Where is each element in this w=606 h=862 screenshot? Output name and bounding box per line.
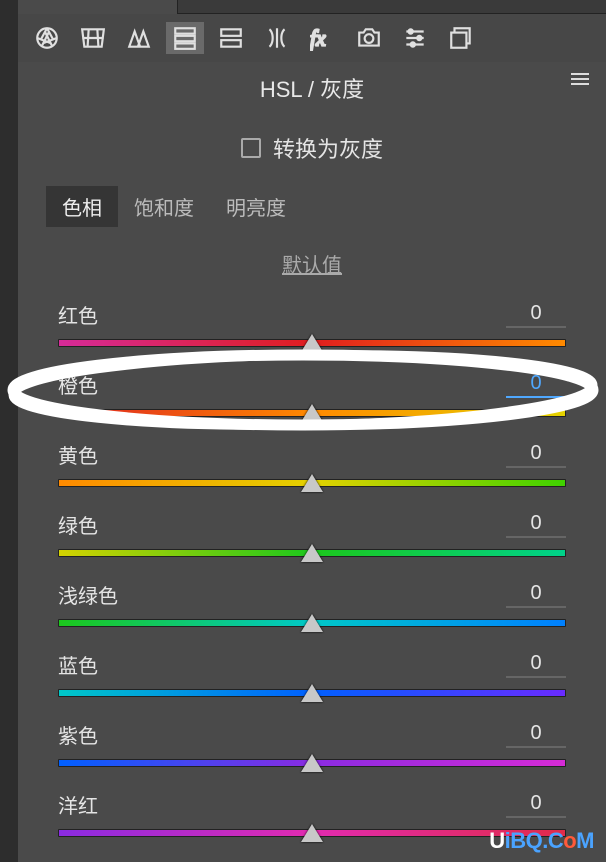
default-link-row: 默认值 xyxy=(18,231,606,300)
slider-value-yellow[interactable]: 0 xyxy=(506,442,566,468)
tab-hue[interactable]: 色相 xyxy=(46,186,118,227)
top-bar xyxy=(18,0,606,14)
slider-label-green[interactable]: 绿色 xyxy=(58,510,98,539)
slider-thumb[interactable] xyxy=(301,684,323,702)
panel-icon-row: fx xyxy=(18,14,606,62)
slider-track-green[interactable] xyxy=(58,549,566,557)
slider-value-green[interactable]: 0 xyxy=(506,512,566,538)
slider-thumb[interactable] xyxy=(301,474,323,492)
slider-label-purple[interactable]: 紫色 xyxy=(58,720,98,749)
slider-value-magenta[interactable]: 0 xyxy=(506,792,566,818)
slider-red: 红色 0 xyxy=(18,300,606,368)
slider-track-purple[interactable] xyxy=(58,759,566,767)
slider-track-orange[interactable] xyxy=(58,409,566,417)
slider-label-orange[interactable]: 橙色 xyxy=(58,370,98,399)
presets-icon[interactable] xyxy=(442,22,480,54)
slider-thumb[interactable] xyxy=(301,404,323,422)
panel-title-row: HSL / 灰度 xyxy=(18,62,606,118)
sliders-icon[interactable] xyxy=(396,22,434,54)
slider-thumb[interactable] xyxy=(301,754,323,772)
slider-track-yellow[interactable] xyxy=(58,479,566,487)
hsl-icon[interactable] xyxy=(166,22,204,54)
slider-track-blue[interactable] xyxy=(58,689,566,697)
fx-icon[interactable]: fx xyxy=(304,22,342,54)
slider-yellow: 黄色 0 xyxy=(18,440,606,508)
split-tone-icon[interactable] xyxy=(212,22,250,54)
aperture-icon[interactable] xyxy=(28,22,66,54)
slider-thumb[interactable] xyxy=(301,334,323,352)
slider-orange: 橙色 0 xyxy=(18,370,606,438)
grid-icon[interactable] xyxy=(74,22,112,54)
tab-saturation[interactable]: 饱和度 xyxy=(118,186,210,227)
slider-label-magenta[interactable]: 洋红 xyxy=(58,790,98,819)
slider-aqua: 浅绿色 0 xyxy=(18,580,606,648)
slider-label-blue[interactable]: 蓝色 xyxy=(58,650,98,679)
svg-text:fx: fx xyxy=(310,27,326,51)
default-link[interactable]: 默认值 xyxy=(282,255,342,277)
lens-icon[interactable] xyxy=(258,22,296,54)
slider-label-red[interactable]: 红色 xyxy=(58,300,98,329)
slider-track-aqua[interactable] xyxy=(58,619,566,627)
slider-label-yellow[interactable]: 黄色 xyxy=(58,440,98,469)
slider-value-purple[interactable]: 0 xyxy=(506,722,566,748)
top-bar-segment xyxy=(18,0,178,14)
slider-value-blue[interactable]: 0 xyxy=(506,652,566,678)
slider-purple: 紫色 0 xyxy=(18,720,606,788)
slider-value-orange[interactable]: 0 xyxy=(506,372,566,398)
slider-green: 绿色 0 xyxy=(18,510,606,578)
slider-thumb[interactable] xyxy=(301,824,323,842)
watermark: UiBQ.CoM xyxy=(489,828,594,854)
panel-menu-icon[interactable] xyxy=(570,72,590,91)
panel-title: HSL / 灰度 xyxy=(260,72,364,104)
slider-value-aqua[interactable]: 0 xyxy=(506,582,566,608)
grayscale-row: 转换为灰度 xyxy=(18,118,606,186)
slider-track-red[interactable] xyxy=(58,339,566,347)
detail-icon[interactable] xyxy=(120,22,158,54)
slider-blue: 蓝色 0 xyxy=(18,650,606,718)
camera-icon[interactable] xyxy=(350,22,388,54)
tab-row: 色相 饱和度 明亮度 xyxy=(18,186,606,227)
tab-luminance[interactable]: 明亮度 xyxy=(210,186,302,227)
slider-thumb[interactable] xyxy=(301,614,323,632)
slider-thumb[interactable] xyxy=(301,544,323,562)
slider-label-aqua[interactable]: 浅绿色 xyxy=(58,580,118,609)
slider-value-red[interactable]: 0 xyxy=(506,302,566,328)
grayscale-label: 转换为灰度 xyxy=(273,132,383,164)
grayscale-checkbox[interactable] xyxy=(241,138,261,158)
